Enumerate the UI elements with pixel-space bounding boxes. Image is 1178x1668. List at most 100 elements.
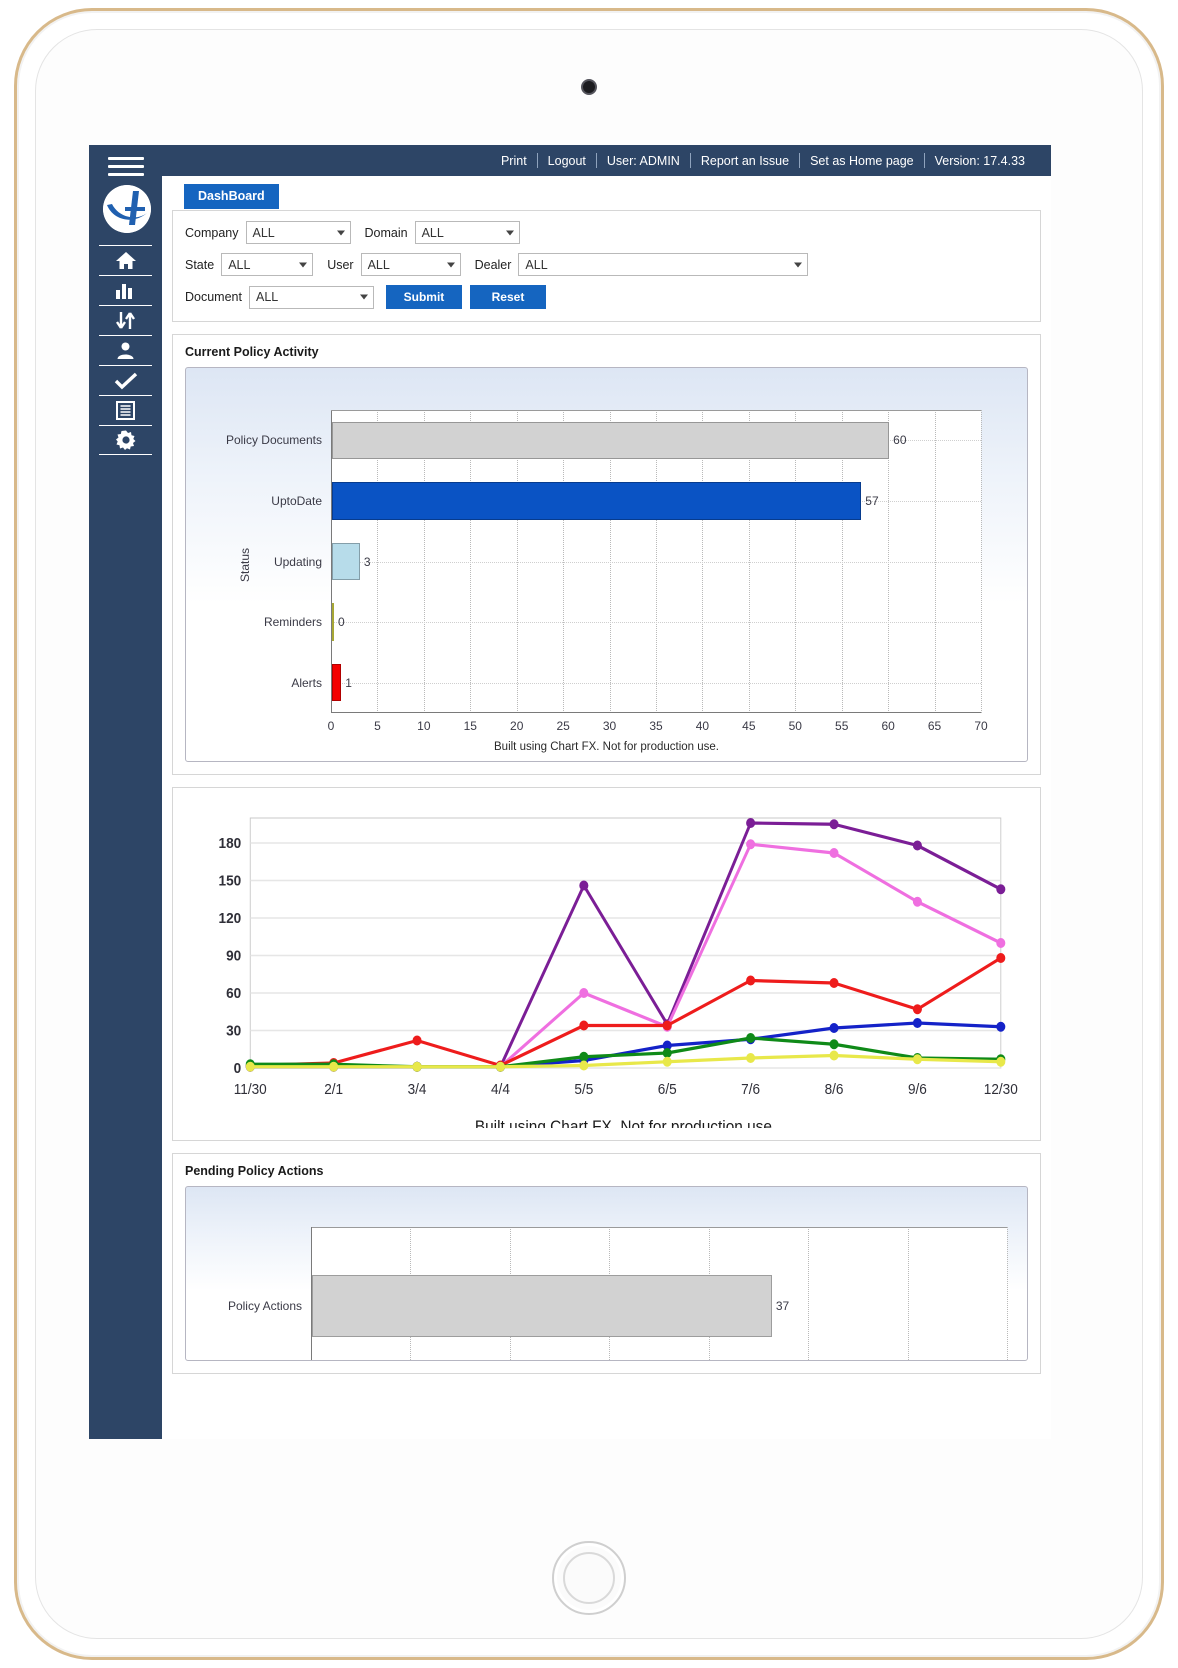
chart-data-point <box>495 1061 505 1072</box>
policy-activity-chart[interactable]: Status 0 5 10 15 20 25 30 35 40 45 50 55 60 65 70 Polic… <box>185 367 1028 762</box>
chart-data-point <box>996 1021 1006 1032</box>
chart-data-point <box>579 1020 589 1031</box>
tab-bar: DashBoard <box>172 184 1041 210</box>
chart-x-tick-label: 40 <box>695 719 710 733</box>
chart-data-point <box>829 978 839 988</box>
sidebar <box>89 145 162 1439</box>
chart-gridline <box>981 410 982 713</box>
chart-y-tick-label: 0 <box>234 1060 242 1077</box>
chart-data-point <box>329 1061 339 1072</box>
submit-button[interactable]: Submit <box>385 285 462 309</box>
chart-data-point <box>746 839 756 850</box>
chart-x-tick-label: 45 <box>742 719 756 733</box>
chart-gridline <box>331 682 981 684</box>
chart-gridline <box>808 1227 810 1360</box>
reset-button[interactable]: Reset <box>469 285 546 309</box>
chart-category-label: Reminders <box>263 615 322 630</box>
chart-data-point <box>746 1053 756 1063</box>
sidebar-item-settings[interactable] <box>99 425 152 455</box>
chart-category-label: Alerts <box>291 675 322 690</box>
sort-arrows-icon <box>115 311 137 330</box>
chart-data-point <box>912 896 922 907</box>
filter-panel: Company ALL Domain ALL State ALL User AL… <box>172 210 1041 322</box>
hamburger-menu-icon[interactable] <box>108 156 144 178</box>
chart-x-tick-label: 6/5 <box>658 1081 677 1098</box>
camera-icon <box>581 79 597 95</box>
home-icon <box>115 251 137 270</box>
chart-data-point <box>412 1061 422 1072</box>
chart-x-tick-label: 65 <box>927 719 942 733</box>
chart-plot-area-2: 37 Policy Actions <box>228 1227 1008 1360</box>
chart-data-point <box>912 1004 922 1015</box>
topbar-logout-link[interactable]: Logout <box>538 154 596 168</box>
chart-data-point <box>746 818 756 828</box>
pending-actions-chart[interactable]: 37 Policy Actions <box>185 1186 1028 1361</box>
topbar-print-link[interactable]: Print <box>491 154 537 168</box>
chart-data-point <box>662 1048 672 1058</box>
chart-y-axis-title: Status <box>238 547 253 582</box>
chart-x-tick-label: 20 <box>510 719 524 733</box>
chart-bar <box>312 1275 772 1337</box>
chart-data-point <box>996 884 1006 895</box>
pending-policy-actions-card: Pending Policy Actions 37 Policy Actions <box>172 1153 1041 1374</box>
sidebar-item-users[interactable] <box>99 335 152 365</box>
company-select[interactable]: ALL <box>245 221 351 244</box>
chart-x-tick-label: 15 <box>463 719 477 733</box>
chart-x-tick-label: 2/1 <box>324 1081 343 1098</box>
home-button[interactable] <box>552 1541 626 1615</box>
sidebar-item-home[interactable] <box>99 245 152 275</box>
state-select[interactable]: ALL <box>221 253 314 276</box>
chart-bar <box>332 603 334 641</box>
user-select[interactable]: ALL <box>360 253 461 276</box>
sidebar-item-documents[interactable] <box>99 395 152 425</box>
topbar-set-home-page-link[interactable]: Set as Home page <box>800 154 924 168</box>
chart-bar <box>332 663 342 702</box>
chart-y-tick-label: 150 <box>219 873 242 890</box>
chart-plot-border <box>311 1227 1007 1228</box>
chart-data-point <box>662 1056 672 1067</box>
dealer-select[interactable]: ALL <box>518 253 809 276</box>
chart-data-point <box>829 1023 839 1033</box>
domain-select[interactable]: ALL <box>414 221 520 244</box>
chart-category-label: Updating <box>273 554 322 569</box>
chart-x-tick-label: 0 <box>327 719 335 733</box>
chart-gridline <box>1007 1227 1008 1360</box>
check-icon <box>114 372 138 390</box>
chart-data-point <box>746 975 756 986</box>
chart-category-label: UptoDate <box>271 493 322 508</box>
chart-data-label: 37 <box>775 1299 790 1313</box>
gear-icon <box>115 430 136 450</box>
filter-row-1: Company ALL Domain ALL <box>185 221 1028 244</box>
chart-data-label: 0 <box>338 615 345 630</box>
chart-data-point <box>829 819 839 830</box>
chart-x-tick-label: 5 <box>374 719 381 733</box>
chart-x-tick-label: 25 <box>556 719 570 733</box>
chevron-down-icon <box>299 262 308 267</box>
chart-x-tick-label: 50 <box>788 719 802 733</box>
tab-dashboard[interactable]: DashBoard <box>184 184 279 209</box>
sidebar-item-reports[interactable] <box>99 275 152 305</box>
domain-value: ALL <box>421 225 444 240</box>
sidebar-item-transfers[interactable] <box>99 305 152 335</box>
chart-x-tick-label: 3/4 <box>408 1081 427 1098</box>
document-label: Document <box>185 290 242 304</box>
chart-data-label: 1 <box>345 675 352 690</box>
chart-x-tick-label: 35 <box>649 719 663 733</box>
policy-trend-chart[interactable]: 0 30 60 90 120 150 180 11/30 2/1 3/4 4/4 5/5 6/5 7/6 8… <box>185 798 1028 1128</box>
sidebar-item-approvals[interactable] <box>99 365 152 395</box>
chart-y-tick-label: 60 <box>226 985 241 1002</box>
document-select[interactable]: ALL <box>248 285 374 309</box>
topbar-report-issue-link[interactable]: Report an Issue <box>691 154 799 168</box>
chart-x-tick-label: 4/4 <box>491 1081 510 1098</box>
chart-axis-line <box>331 410 332 713</box>
chart-plot-area: 0 5 10 15 20 25 30 35 40 45 50 55 60 65 70 Policy Docum… <box>226 410 988 733</box>
chart-data-point <box>579 1060 589 1071</box>
company-value: ALL <box>252 225 275 240</box>
chart-data-point <box>829 1039 839 1050</box>
policy-trend-card: 0 30 60 90 120 150 180 11/30 2/1 3/4 4/4 5/5 6/5 7/6 8… <box>172 787 1041 1141</box>
home-button-ring <box>563 1552 615 1604</box>
chart-data-point <box>912 1054 922 1065</box>
chart-y-tick-label: 120 <box>219 910 242 927</box>
chart-gridline <box>907 1227 909 1360</box>
chart-x-tick-label: 55 <box>835 719 849 733</box>
